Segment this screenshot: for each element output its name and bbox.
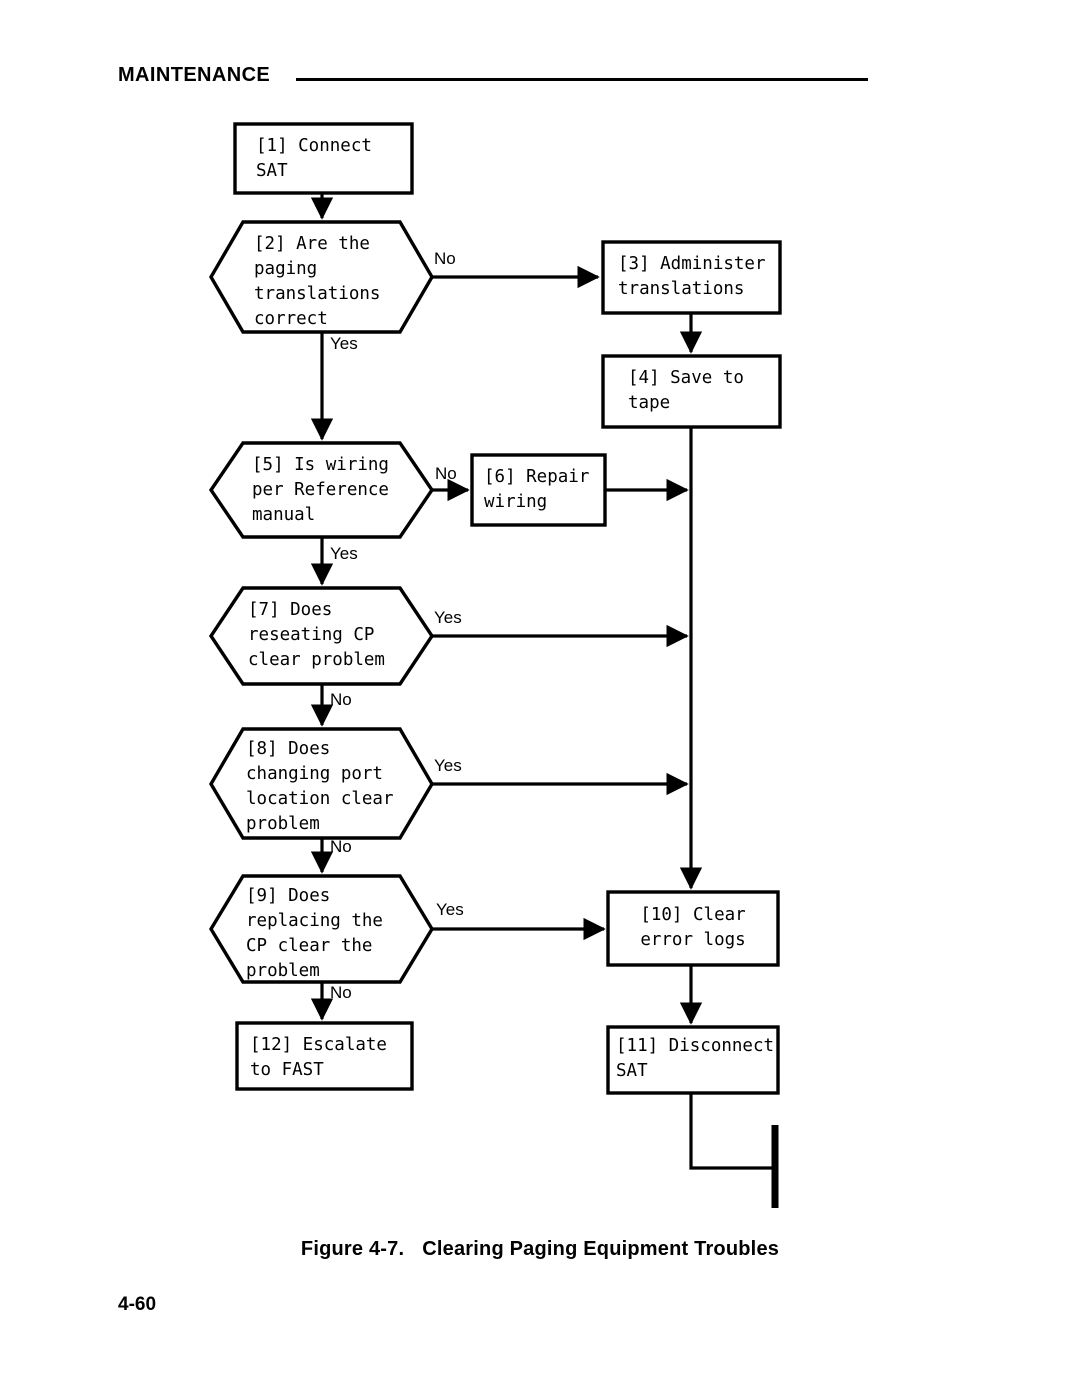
node-2-label: [2] Are the paging translations correct: [254, 234, 381, 329]
node-12-label: [12] Escalate to FAST: [250, 1035, 387, 1080]
edge-label-7-no: No: [330, 690, 352, 709]
node-8-label: [8] Does changing port location clear pr…: [246, 739, 394, 834]
figure-caption-title: Clearing Paging Equipment Troubles: [422, 1238, 780, 1260]
edge-label-5-no: No: [435, 464, 457, 483]
node-4-label: [4] Save to tape: [628, 368, 744, 413]
node-11-label: [11] Disconnect SAT: [616, 1036, 775, 1081]
edge-label-8-no: No: [330, 837, 352, 856]
node-7-label: [7] Does reseating CP clear problem: [248, 600, 385, 670]
document-page: MAINTENANCE [1] Connect SAT [2] Are the …: [0, 0, 1080, 1395]
edge-label-9-yes: Yes: [436, 900, 464, 919]
node-10-label: [10] Clear error logs: [640, 905, 746, 950]
node-6-label: [6] Repair wiring: [484, 467, 590, 512]
edge-label-2-yes: Yes: [330, 334, 358, 353]
edge-label-2-no: No: [434, 249, 456, 268]
node-9-label: [9] Does replacing the CP clear the prob…: [246, 886, 383, 981]
node-5-label: [5] Is wiring per Reference manual: [252, 455, 389, 525]
figure-caption-number: Figure 4-7.: [300, 1238, 405, 1260]
edge-label-5-yes: Yes: [330, 544, 358, 563]
edge-label-7-yes: Yes: [434, 608, 462, 627]
node-3-label: [3] Administer translations: [618, 254, 766, 299]
edge-label-9-no: No: [330, 983, 352, 1002]
edge-label-8-yes: Yes: [434, 756, 462, 775]
figure-caption: Figure 4-7. Clearing Paging Equipment Tro…: [0, 1238, 1080, 1261]
node-1-label: [1] Connect SAT: [256, 136, 372, 181]
edge-11-terminator: [689, 1093, 773, 1170]
page-number: 4-60: [118, 1294, 157, 1315]
flowchart-diagram: [208, 122, 782, 1208]
